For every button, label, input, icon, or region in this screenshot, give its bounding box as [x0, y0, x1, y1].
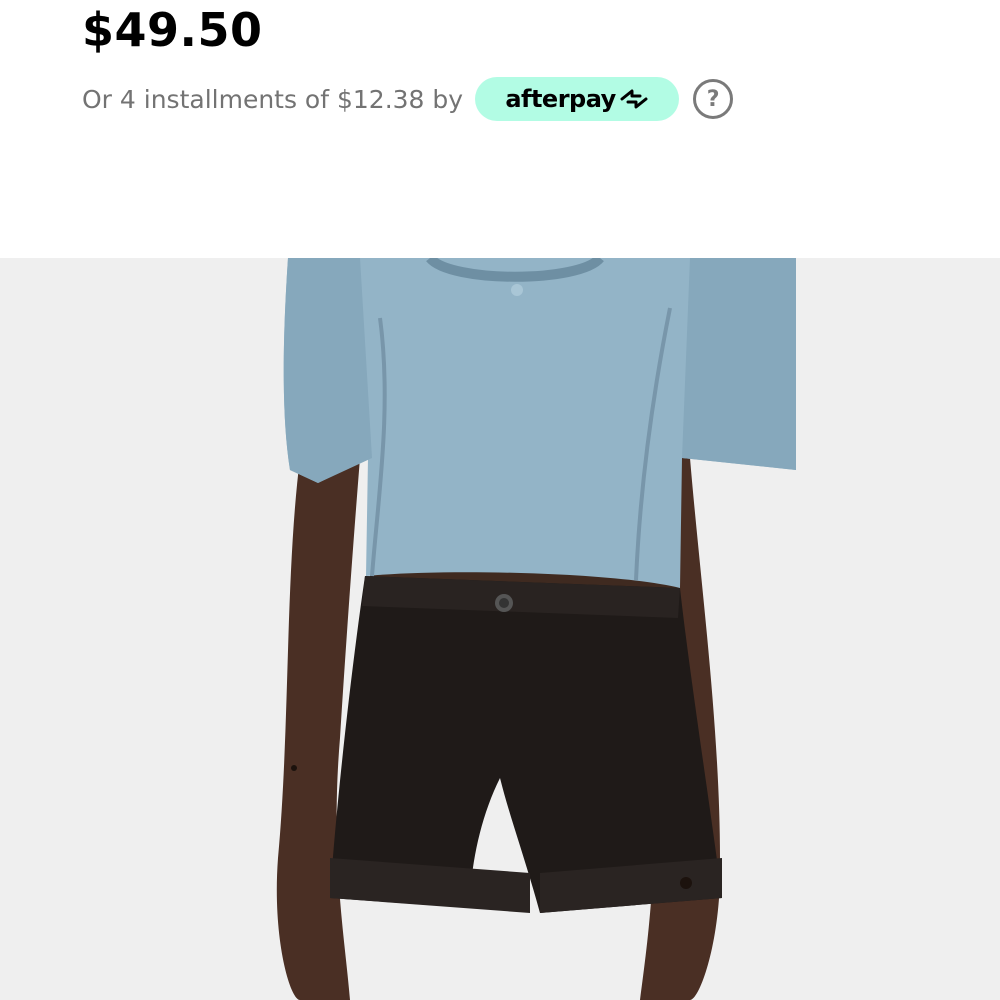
installments-row: Or 4 installments of $12.38 by afterpay …	[82, 76, 734, 122]
help-question-icon[interactable]: ?	[693, 79, 734, 119]
afterpay-button[interactable]: afterpay	[475, 77, 680, 121]
product-image[interactable]	[0, 258, 1000, 1000]
afterpay-label: afterpay	[505, 85, 616, 113]
installments-text: Or 4 installments of $12.38 by	[82, 84, 464, 114]
price: $49.50	[82, 3, 263, 57]
afterpay-logo-icon	[619, 88, 649, 110]
